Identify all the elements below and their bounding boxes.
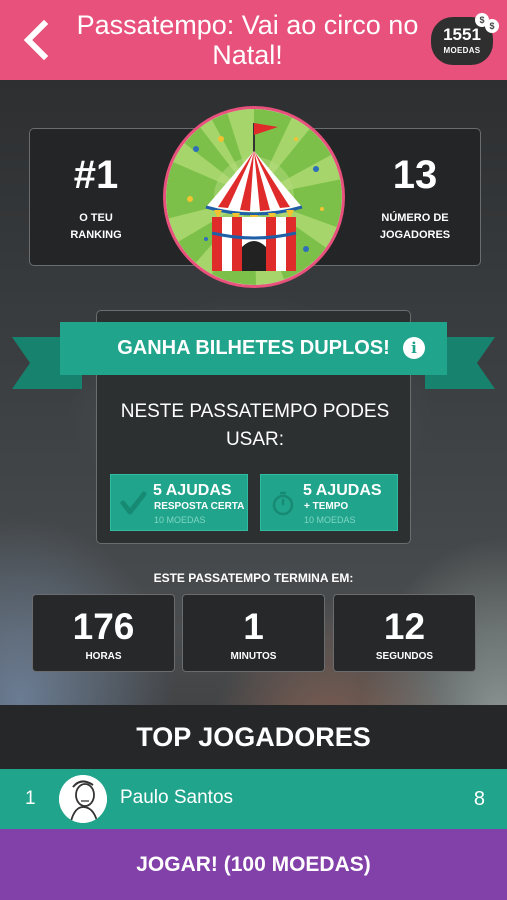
player-score: 8 bbox=[473, 788, 485, 810]
play-button[interactable]: JOGAR! (100 MOEDAS) bbox=[0, 829, 507, 900]
help-more-time[interactable]: 5 AJUDAS + TEMPO 10 MOEDAS bbox=[260, 474, 398, 531]
players-label: NÚMERO DE JOGADORES bbox=[379, 212, 451, 241]
chevron-left-icon bbox=[23, 20, 48, 60]
help-title: 5 AJUDAS bbox=[303, 482, 382, 499]
help-cost: 10 MOEDAS bbox=[304, 515, 356, 525]
page-title: Passatempo: Vai ao circo no Natal! bbox=[76, 10, 419, 70]
ranking-value: #1 bbox=[73, 153, 119, 197]
coins-label: MOEDAS bbox=[443, 46, 481, 55]
players-stat: 13 NÚMERO DE JOGADORES bbox=[355, 129, 475, 244]
minutes-value: 1 bbox=[243, 606, 264, 647]
circus-tent-icon bbox=[163, 106, 345, 288]
avatar bbox=[59, 775, 107, 823]
promo-banner[interactable]: GANHA BILHETES DUPLOS! i bbox=[60, 322, 447, 375]
promo-text: NESTE PASSATEMPO PODES USAR: bbox=[120, 401, 390, 450]
coin-icon: $ bbox=[485, 19, 499, 33]
check-icon bbox=[120, 491, 147, 515]
table-row[interactable]: 1 Paulo Santos 8 bbox=[0, 769, 507, 829]
info-icon[interactable]: i bbox=[403, 337, 425, 359]
header-bar: Passatempo: Vai ao circo no Natal! 1551 … bbox=[0, 0, 507, 80]
help-right-answer[interactable]: 5 AJUDAS RESPOSTA CERTA 10 MOEDAS bbox=[110, 474, 248, 531]
back-button[interactable] bbox=[18, 20, 52, 60]
stopwatch-icon bbox=[272, 491, 294, 516]
player-name: Paulo Santos bbox=[120, 787, 234, 808]
timer-hours: 176 HORAS bbox=[32, 594, 175, 672]
timer-minutes: 1 MINUTOS bbox=[182, 594, 325, 672]
seconds-label: SEGUNDOS bbox=[375, 651, 434, 662]
promo-banner-label: GANHA BILHETES DUPLOS! bbox=[117, 337, 390, 359]
ranking-label: O TEU RANKING bbox=[70, 212, 122, 241]
ranking-stat: #1 O TEU RANKING bbox=[36, 129, 156, 244]
player-position: 1 bbox=[25, 788, 36, 809]
help-cost: 10 MOEDAS bbox=[154, 515, 206, 525]
help-subtitle: RESPOSTA CERTA bbox=[154, 501, 245, 512]
hours-label: HORAS bbox=[85, 651, 122, 662]
help-subtitle: + TEMPO bbox=[304, 501, 349, 512]
timer-label: ESTE PASSATEMPO TERMINA EM: bbox=[153, 571, 354, 585]
players-value: 13 bbox=[392, 153, 438, 197]
seconds-value: 12 bbox=[383, 606, 426, 647]
leaderboard-title: TOP JOGADORES bbox=[0, 705, 507, 769]
help-title: 5 AJUDAS bbox=[153, 482, 232, 499]
coins-count: 1551 bbox=[443, 25, 481, 44]
coins-balance[interactable]: 1551 MOEDAS $ $ bbox=[431, 13, 499, 65]
timer-seconds: 12 SEGUNDOS bbox=[333, 594, 476, 672]
hours-value: 176 bbox=[72, 606, 135, 647]
minutes-label: MINUTOS bbox=[230, 651, 277, 662]
